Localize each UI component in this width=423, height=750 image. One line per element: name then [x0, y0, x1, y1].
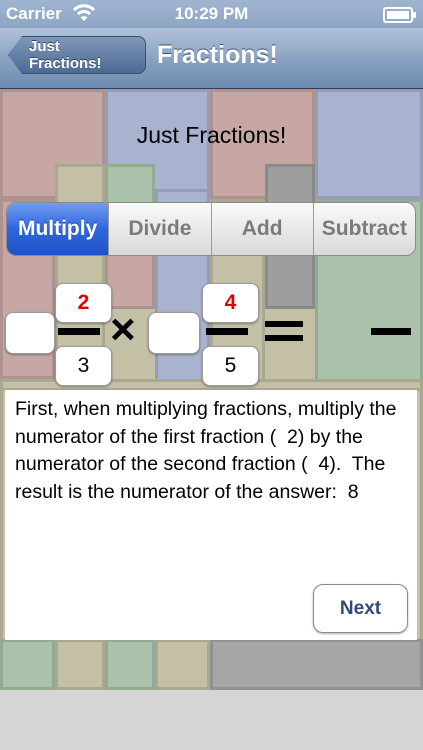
answer-fraction-bar — [371, 328, 411, 335]
segment-subtract[interactable]: Subtract — [312, 203, 415, 255]
next-button[interactable]: Next — [313, 584, 408, 633]
second-whole-box[interactable] — [148, 312, 200, 354]
second-denominator-box[interactable]: 5 — [202, 346, 259, 386]
first-whole-box[interactable] — [5, 312, 55, 354]
equals-sign-lower — [265, 335, 303, 341]
equals-sign — [265, 321, 303, 327]
second-numerator-box[interactable]: 4 — [202, 283, 259, 323]
segment-add[interactable]: Add — [210, 203, 313, 255]
clock: 10:29 PM — [174, 4, 249, 23]
segment-divide[interactable]: Divide — [108, 203, 210, 255]
status-bar: Carrier 10:29 PM — [0, 0, 423, 28]
section-heading: Just Fractions! — [136, 122, 287, 148]
first-denominator-box[interactable]: 3 — [55, 346, 112, 386]
multiply-sign: × — [110, 305, 136, 354]
explanation-text: First, when multiplying fractions, multi… — [15, 398, 402, 503]
operation-segmented-control: Multiply Divide Add Subtract — [6, 202, 416, 256]
first-numerator-box[interactable]: 2 — [55, 283, 112, 323]
battery-icon — [383, 7, 416, 23]
first-fraction-bar — [58, 328, 100, 335]
page-title: Fractions! — [157, 41, 278, 69]
back-button[interactable]: Just Fractions! — [8, 36, 146, 74]
bottom-area — [0, 690, 423, 750]
second-fraction-bar — [206, 328, 248, 335]
segment-multiply[interactable]: Multiply — [7, 203, 109, 255]
navigation-bar: Just Fractions! Fractions! — [0, 28, 423, 89]
